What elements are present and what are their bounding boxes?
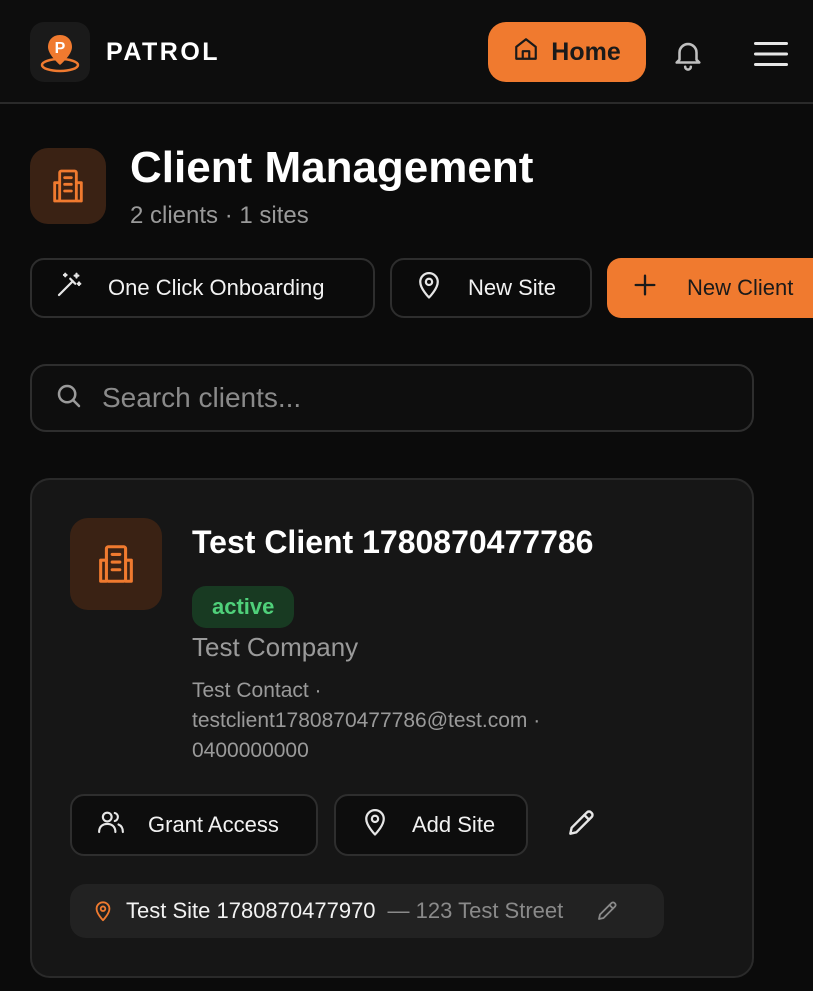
menu-icon[interactable] — [750, 34, 792, 74]
plus-icon — [631, 271, 659, 305]
building-icon — [70, 518, 162, 610]
client-company: Test Company — [192, 632, 359, 662]
top-bar: P PATROL Home — [0, 0, 813, 104]
pencil-icon — [565, 807, 597, 844]
add-site-button[interactable]: Add Site — [334, 794, 528, 856]
new-site-label: New Site — [468, 275, 557, 300]
map-pin-icon — [360, 807, 390, 843]
edit-client-button[interactable] — [560, 804, 602, 846]
search-icon — [54, 381, 84, 416]
client-card: Test Client 1780870477786 active Test Co… — [30, 478, 754, 978]
grant-access-button[interactable]: Grant Access — [70, 794, 318, 856]
new-client-label: New Client — [687, 275, 794, 300]
one-click-onboarding-label: One Click Onboarding — [108, 275, 325, 300]
search-bar[interactable] — [30, 364, 754, 432]
grant-access-label: Grant Access — [148, 812, 279, 837]
contact-phone: 0400000000 — [192, 739, 309, 762]
one-click-onboarding-button[interactable]: One Click Onboarding — [30, 258, 375, 318]
page-subtitle: 2 clients · 1 sites — [130, 202, 309, 229]
home-icon — [513, 36, 539, 69]
site-address: — 123 Test Street — [387, 898, 564, 923]
add-site-label: Add Site — [412, 812, 496, 837]
logo-icon[interactable]: P — [30, 22, 90, 82]
client-contact: Test Contact · testclient1780870477786@t… — [192, 676, 712, 766]
svg-text:P: P — [55, 40, 66, 57]
brand-name: PATROL — [106, 38, 221, 66]
site-chip[interactable]: Test Site 1780870477970 — 123 Test Stree… — [70, 884, 664, 938]
home-label: Home — [551, 37, 621, 66]
map-pin-icon — [92, 900, 114, 922]
contact-name: Test Contact · — [192, 679, 322, 702]
new-client-button[interactable]: New Client — [607, 258, 813, 318]
magic-wand-icon — [54, 270, 84, 306]
client-name: Test Client 1780870477786 — [192, 524, 594, 560]
bell-icon[interactable] — [668, 34, 708, 74]
status-badge: active — [192, 586, 295, 628]
search-input[interactable] — [102, 382, 702, 414]
pencil-icon[interactable] — [595, 899, 619, 923]
users-icon — [96, 807, 126, 843]
contact-email: testclient1780870477786@test.com · — [192, 709, 541, 732]
page-title: Client Management — [130, 143, 534, 192]
map-pin-icon — [414, 270, 444, 306]
site-name: Test Site 1780870477970 — [126, 898, 376, 923]
home-button[interactable]: Home — [488, 22, 646, 82]
building-icon — [30, 148, 106, 224]
new-site-button[interactable]: New Site — [390, 258, 592, 318]
